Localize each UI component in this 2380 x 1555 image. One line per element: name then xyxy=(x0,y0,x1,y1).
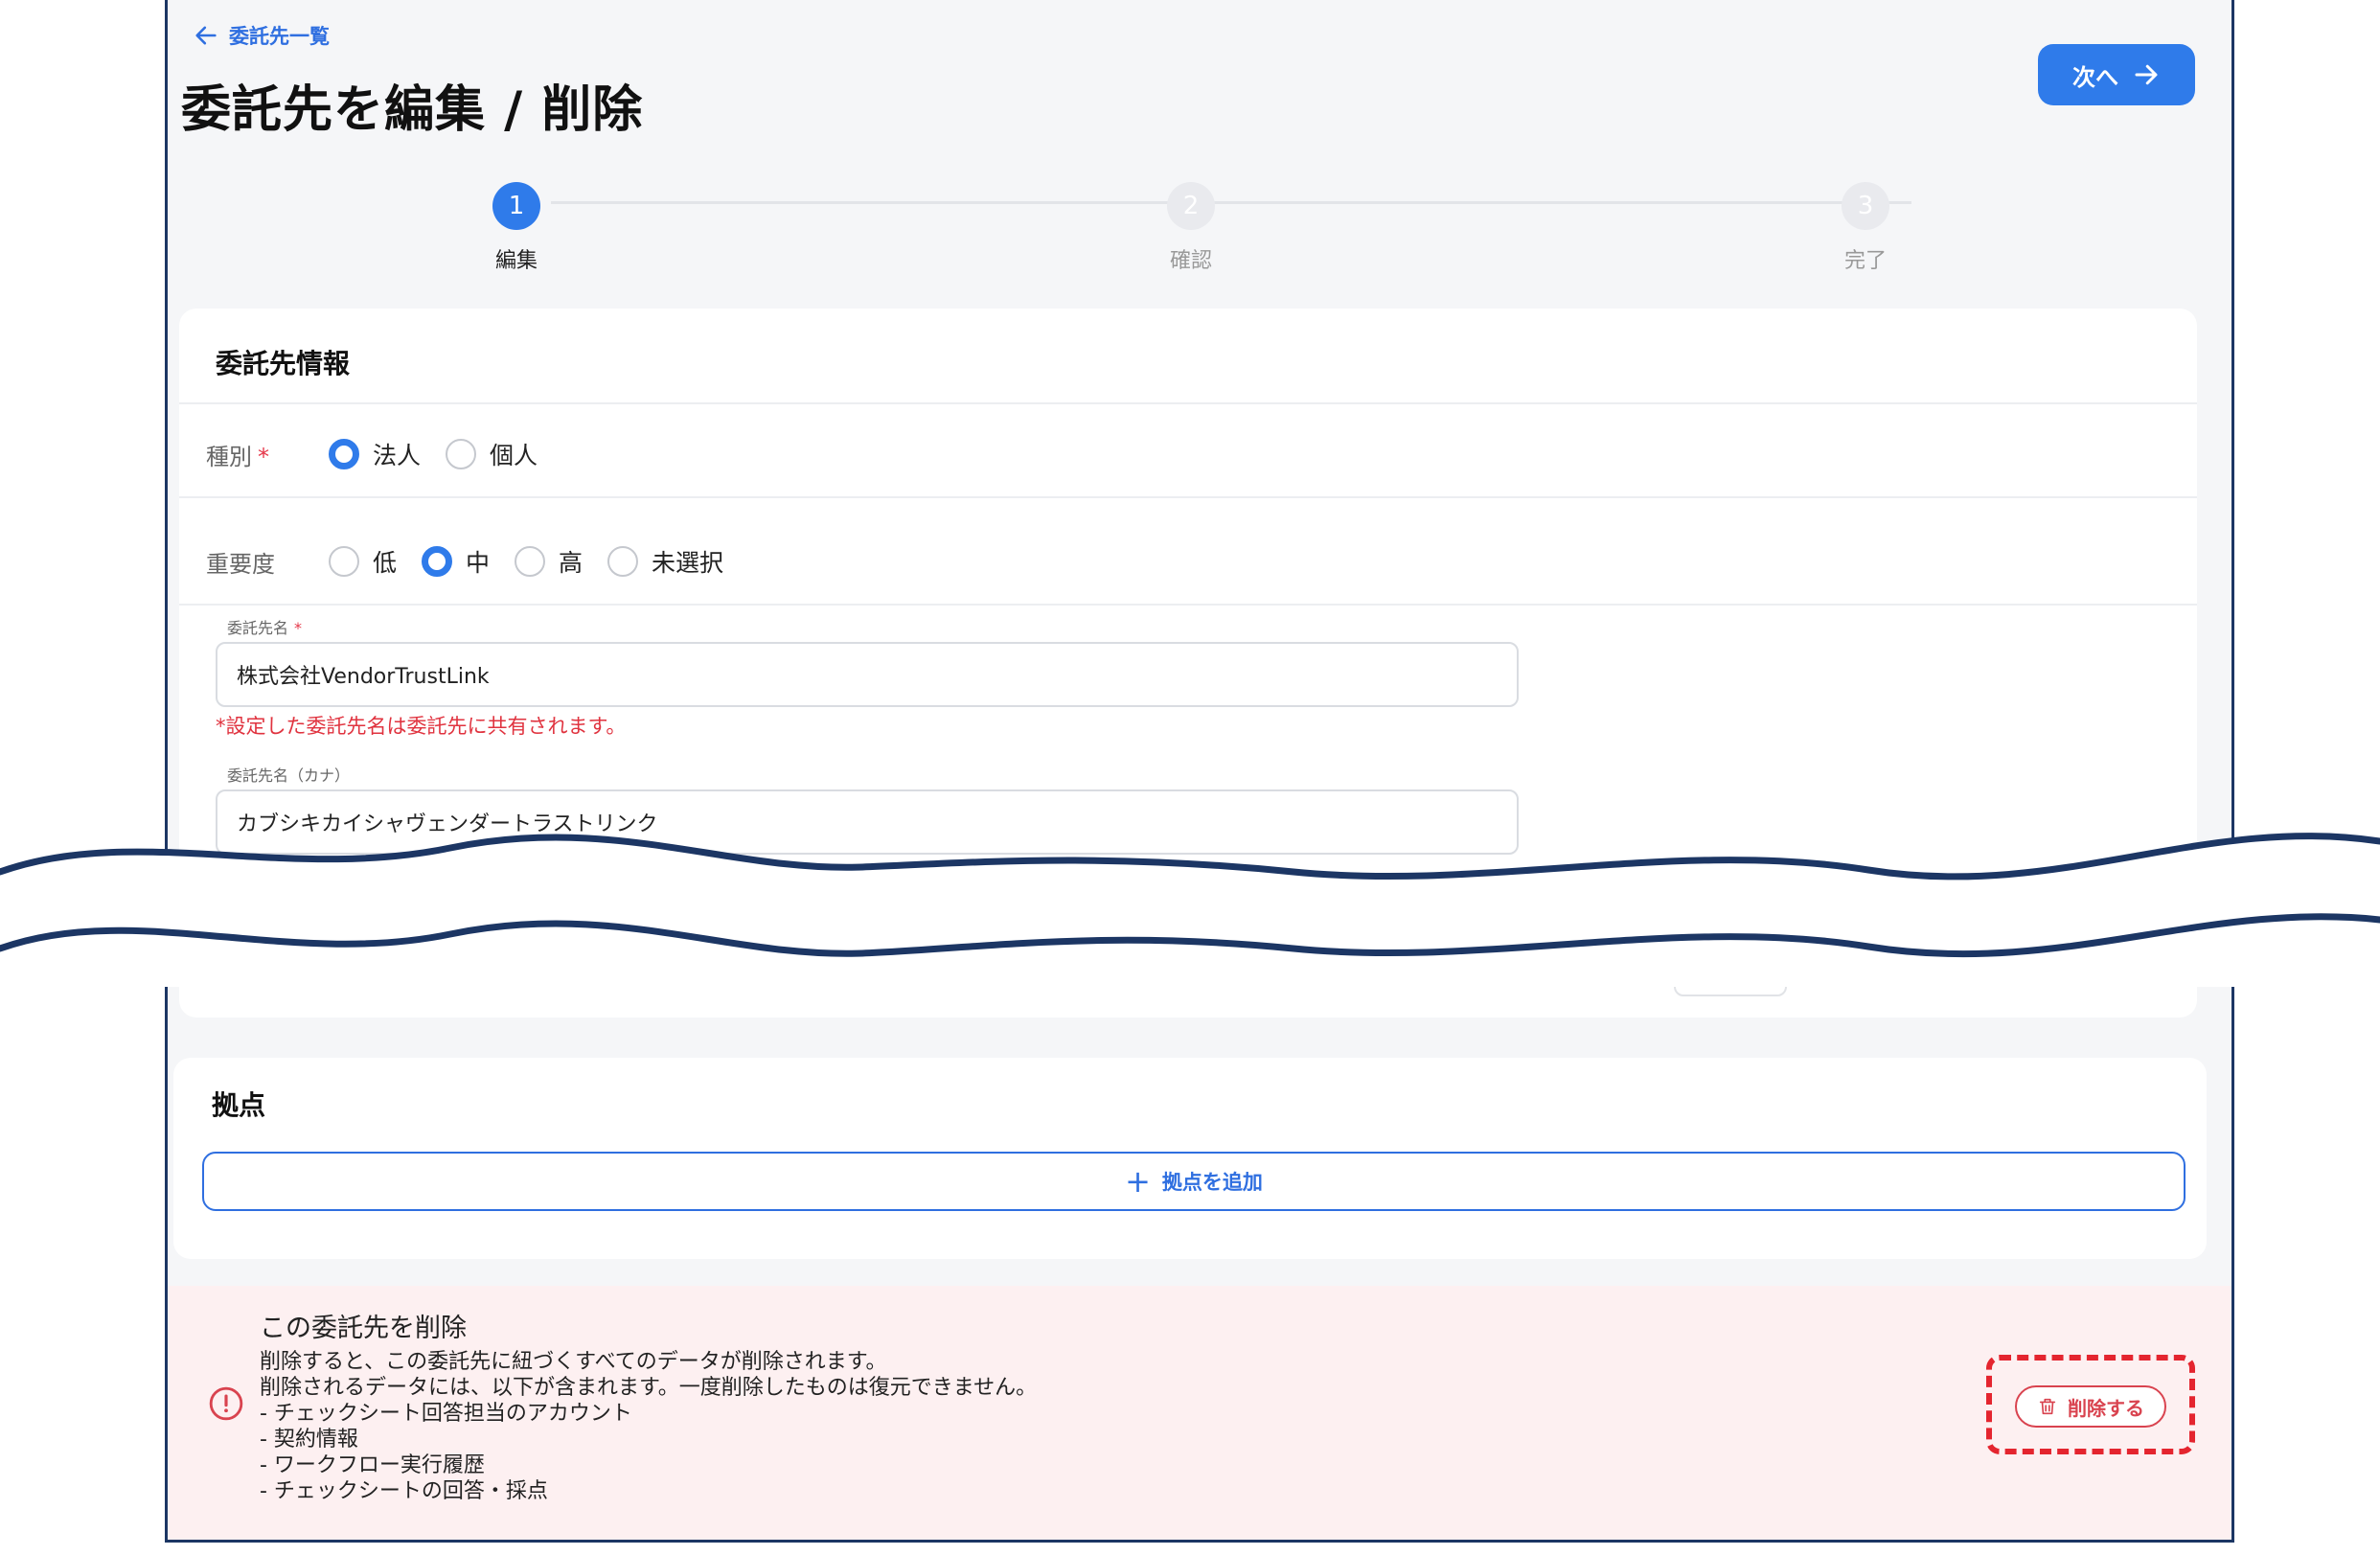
vendor-info-title: 委託先情報 xyxy=(216,348,351,379)
alert-circle-icon xyxy=(209,1386,243,1421)
step-complete: 3 完了 xyxy=(1808,182,1923,274)
page-size-select[interactable] xyxy=(1674,939,1787,996)
delete-button-label: 削除する xyxy=(2068,1396,2144,1420)
vendor-name-label: 委託先名 * xyxy=(227,619,303,637)
radio-label: 低 xyxy=(373,549,398,577)
radio-circle xyxy=(607,546,639,577)
importance-radio-unselected[interactable]: 未選択 xyxy=(607,544,723,579)
importance-radio-low[interactable]: 低 xyxy=(329,544,397,579)
stepper: 1 編集 2 確認 3 完了 xyxy=(168,182,2231,278)
delete-title: この委託先を削除 xyxy=(260,1314,467,1343)
step-number: 3 xyxy=(1842,182,1889,230)
plus-icon: + xyxy=(1125,1163,1151,1200)
step-confirm: 2 確認 xyxy=(1133,182,1248,274)
radio-label: 中 xyxy=(466,549,491,577)
radio-circle xyxy=(446,439,477,469)
delete-button[interactable]: 削除する xyxy=(2015,1385,2166,1428)
delete-description-line: - 契約情報 xyxy=(260,1428,358,1452)
importance-field: 重要度 低 中 高 未選択 xyxy=(206,531,723,592)
add-base-button[interactable]: + 拠点を追加 xyxy=(202,1152,2185,1211)
type-radio-corporation[interactable]: 法人 xyxy=(329,437,421,471)
next-button-label: 次へ xyxy=(2072,63,2118,91)
radio-circle xyxy=(515,546,546,577)
arrow-left-icon xyxy=(195,26,217,45)
pagination: « ‹ 1-2 / 2件 › » xyxy=(1839,958,2155,989)
delete-description-line: - チェックシート回答担当のアカウント xyxy=(260,1402,632,1426)
back-link[interactable]: 委託先一覧 xyxy=(193,21,330,50)
type-field: 種別 * 法人 個人 xyxy=(206,423,538,485)
last-page-icon[interactable]: » xyxy=(2142,962,2155,986)
divider xyxy=(179,604,2197,606)
arrow-right-icon xyxy=(2135,64,2158,85)
step-label: 編集 xyxy=(494,249,538,273)
registered-count: 現在登録件数 2件 / xyxy=(185,962,358,985)
importance-label: 重要度 xyxy=(206,550,275,578)
trash-icon xyxy=(2039,1398,2056,1415)
vendor-name-input[interactable] xyxy=(216,642,1519,707)
type-radio-group: 法人 個人 xyxy=(329,437,538,471)
delete-vendor-section: この委託先を削除 削除すると、この委託先に紐づくすべてのデータが削除されます。 … xyxy=(168,1286,2231,1540)
importance-radio-high[interactable]: 高 xyxy=(515,544,583,579)
delete-description-line: 削除すると、この委託先に紐づくすべてのデータが削除されます。 xyxy=(260,1350,887,1374)
step-label: 確認 xyxy=(1169,249,1212,273)
vendor-name-note: *設定した委託先名は委託先に共有されます。 xyxy=(216,715,627,738)
step-label: 完了 xyxy=(1843,249,1887,273)
type-label: 種別 * xyxy=(206,443,269,470)
prev-page-icon[interactable]: ‹ xyxy=(1898,962,1907,986)
step-number: 1 xyxy=(492,182,540,230)
radio-circle xyxy=(329,439,359,469)
importance-radio-group: 低 中 高 未選択 xyxy=(329,544,723,579)
page-range: 1-2 / 2件 xyxy=(1952,964,2042,988)
radio-label: 個人 xyxy=(490,442,538,469)
type-radio-individual[interactable]: 個人 xyxy=(446,437,538,471)
radio-circle xyxy=(329,546,359,577)
delete-description-line: - ワークフロー実行履歴 xyxy=(260,1453,485,1477)
first-page-icon[interactable]: « xyxy=(1839,962,1851,986)
divider xyxy=(179,496,2197,498)
delete-description: 削除すると、この委託先に紐づくすべてのデータが削除されます。 削除されるデータに… xyxy=(260,1349,1037,1504)
delete-description-line: - チェックシートの回答・採点 xyxy=(260,1479,548,1503)
vendor-info-card: 委託先情報 種別 * 法人 個人 重要度 低 中 高 未選択 委託先名 * 株式… xyxy=(179,309,2197,1018)
base-title: 拠点 xyxy=(212,1089,266,1121)
base-card: 拠点 + 拠点を追加 xyxy=(173,1058,2207,1259)
vendor-name-kana-label: 委託先名（カナ） xyxy=(227,766,351,785)
page-title: 委託先を編集 / 削除 xyxy=(181,81,644,139)
next-page-icon[interactable]: › xyxy=(2088,962,2096,986)
radio-label: 法人 xyxy=(373,442,422,469)
next-button[interactable]: 次へ xyxy=(2038,44,2195,105)
step-number: 2 xyxy=(1167,182,1215,230)
radio-label: 高 xyxy=(559,549,584,577)
radio-label: 未選択 xyxy=(652,549,724,577)
add-base-label: 拠点を追加 xyxy=(1161,1171,1263,1194)
divider xyxy=(179,402,2197,404)
back-link-label: 委託先一覧 xyxy=(229,25,330,48)
importance-radio-medium[interactable]: 中 xyxy=(422,544,490,579)
app-frame: 委託先一覧 委託先を編集 / 削除 次へ 1 編集 2 確認 3 完了 委託先情… xyxy=(165,0,2234,1543)
delete-description-line: 削除されるデータには、以下が含まれます。一度削除したものは復元できません。 xyxy=(260,1376,1038,1400)
step-edit: 1 編集 xyxy=(459,182,574,274)
radio-circle xyxy=(422,546,453,577)
vendor-name-kana-input[interactable] xyxy=(216,789,1519,855)
